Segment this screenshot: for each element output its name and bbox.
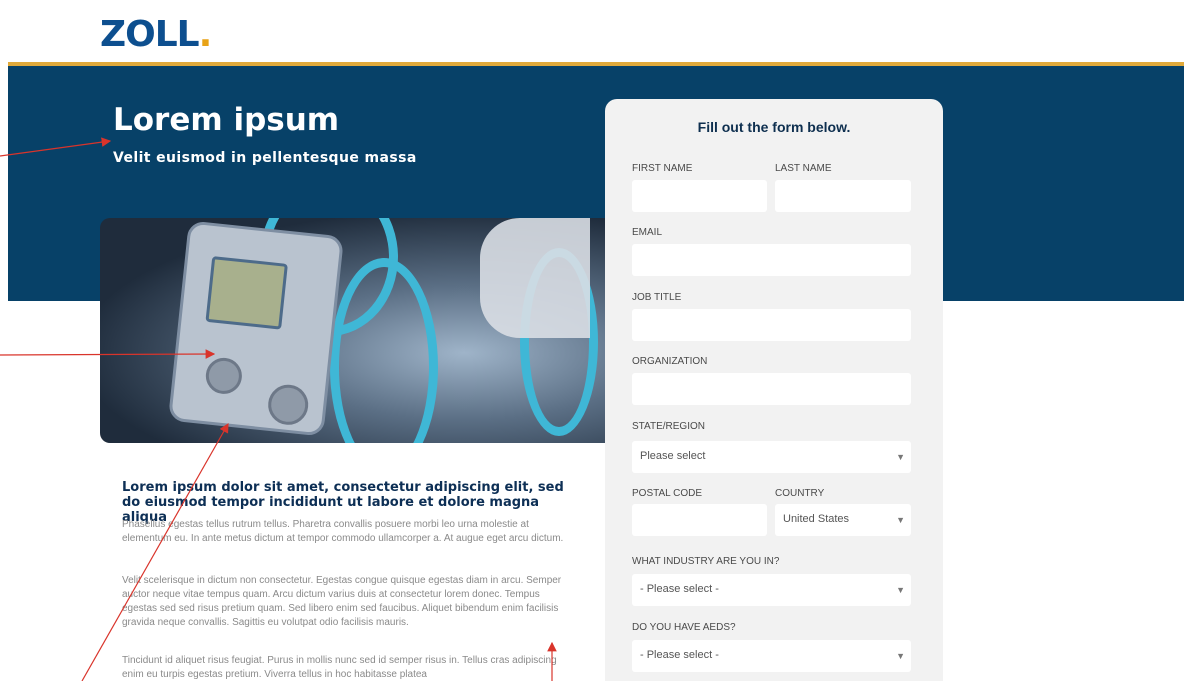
zoll-logo[interactable]: ZOLL. — [100, 14, 213, 55]
email-field[interactable] — [632, 244, 911, 276]
clinician-arm — [480, 218, 590, 338]
first-name-field[interactable] — [632, 180, 767, 212]
state-label: STATE/REGION — [632, 421, 705, 432]
last-name-label: LAST NAME — [775, 163, 832, 174]
country-label: COUNTRY — [775, 488, 825, 499]
industry-select[interactable]: - Please select - ▼ — [632, 574, 911, 606]
logo-dot: . — [198, 14, 213, 55]
postal-code-label: POSTAL CODE — [632, 488, 703, 499]
device-knob — [204, 356, 244, 396]
aeds-select[interactable]: - Please select - ▼ — [632, 640, 911, 672]
logo-text: ZOLL — [100, 14, 200, 55]
device-knob — [266, 382, 311, 427]
hero-subtitle: Velit euismod in pellentesque massa — [113, 150, 417, 166]
device-screen — [205, 256, 288, 330]
first-name-label: FIRST NAME — [632, 163, 693, 174]
country-select[interactable]: United States ▼ — [775, 504, 911, 536]
article-paragraph: Phasellus egestas tellus rutrum tellus. … — [122, 519, 564, 544]
article-paragraph: Velit scelerisque in dictum non consecte… — [122, 575, 562, 628]
industry-label: WHAT INDUSTRY ARE YOU IN? — [632, 556, 780, 567]
last-name-field[interactable] — [775, 180, 911, 212]
chevron-down-icon: ▼ — [896, 585, 905, 595]
job-title-field[interactable] — [632, 309, 911, 341]
chevron-down-icon: ▼ — [896, 515, 905, 525]
aeds-label: DO YOU HAVE AEDS? — [632, 622, 736, 633]
email-label: EMAIL — [632, 227, 663, 238]
chevron-down-icon: ▼ — [896, 452, 905, 462]
state-select[interactable]: Please select ▼ — [632, 441, 911, 473]
postal-code-field[interactable] — [632, 504, 767, 536]
article-paragraph: Tincidunt id aliquet risus feugiat. Puru… — [122, 655, 557, 680]
organization-label: ORGANIZATION — [632, 356, 708, 367]
country-select-value: United States — [783, 513, 850, 525]
product-photo — [100, 218, 620, 443]
lead-form: Fill out the form below. FIRST NAME LAST… — [605, 99, 943, 681]
chevron-down-icon: ▼ — [896, 651, 905, 661]
state-select-value: Please select — [640, 450, 706, 462]
organization-field[interactable] — [632, 373, 911, 405]
form-title: Fill out the form below. — [697, 119, 851, 135]
industry-select-value: - Please select - — [640, 583, 719, 595]
hero-title: Lorem ipsum — [113, 102, 340, 138]
aeds-select-value: - Please select - — [640, 649, 719, 661]
job-title-label: JOB TITLE — [632, 292, 682, 303]
ventilator-device — [167, 220, 345, 437]
